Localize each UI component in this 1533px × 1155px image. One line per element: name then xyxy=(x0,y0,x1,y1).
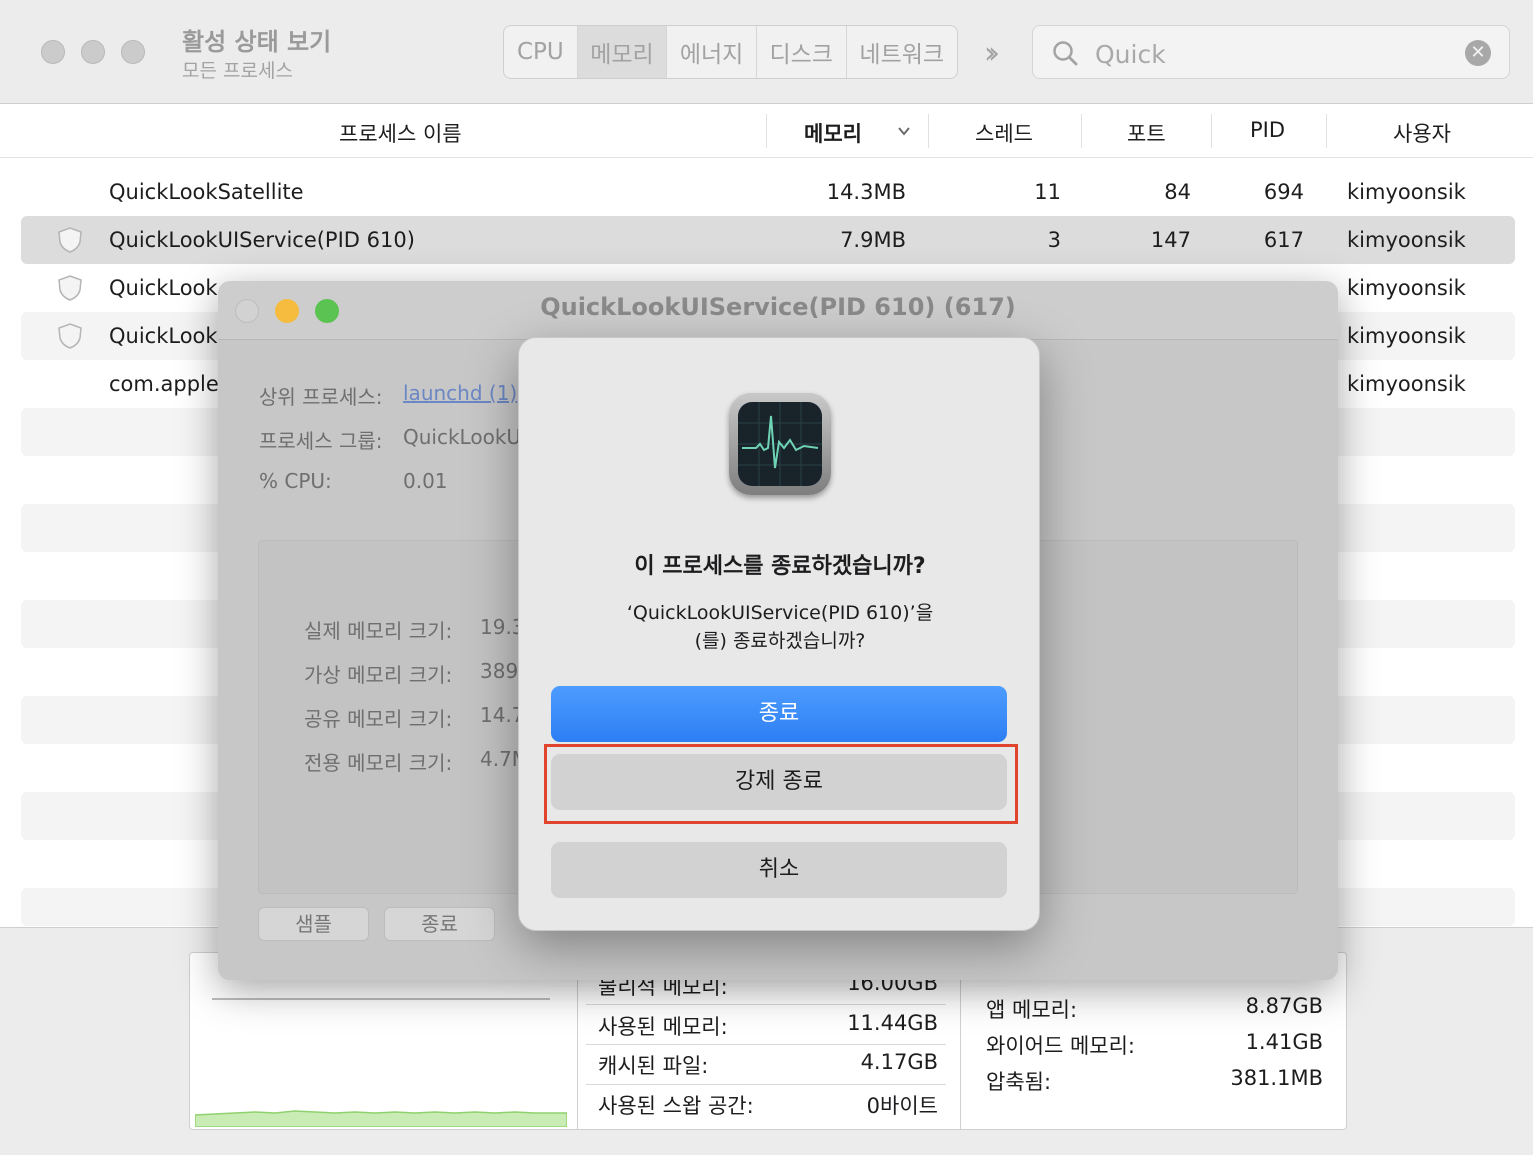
column-user[interactable]: 사용자 xyxy=(1393,118,1451,148)
app-memory-label: 앱 메모리: xyxy=(986,998,1078,1022)
process-ports: 147 xyxy=(1150,228,1191,252)
process-threads: 3 xyxy=(1047,228,1061,252)
tab-energy[interactable]: 에너지 xyxy=(667,26,757,78)
private-memory-label: 전용 메모리 크기: xyxy=(304,751,453,775)
cached-files-label: 캐시된 파일: xyxy=(598,1054,709,1078)
parent-process-label: 상위 프로세스: xyxy=(259,385,383,409)
chevron-down-icon xyxy=(898,127,910,136)
wired-memory-value: 1.41GB xyxy=(1245,1030,1323,1054)
quit-button[interactable]: 종료 xyxy=(551,686,1007,742)
table-row[interactable]: QuickLookUIService(PID 610) 7.9MB 3 147 … xyxy=(21,216,1515,264)
process-memory: 7.9MB xyxy=(840,228,906,252)
minimize-window-button[interactable] xyxy=(81,40,105,64)
tab-disk[interactable]: 디스크 xyxy=(757,26,847,78)
process-name: QuickLookUIService(PID 610) xyxy=(109,228,415,252)
activity-monitor-app-icon xyxy=(729,393,831,495)
memory-pressure-graph xyxy=(195,1110,567,1127)
toolbar: 활성 상태 보기 모든 프로세스 CPU 메모리 에너지 디스크 네트워크 ››… xyxy=(0,0,1533,104)
tab-cpu[interactable]: CPU xyxy=(504,26,578,78)
window-subtitle: 모든 프로세스 xyxy=(182,60,293,82)
process-group-label: 프로세스 그룹: xyxy=(259,429,383,453)
heartbeat-graph-icon xyxy=(738,402,822,486)
app-memory-value: 8.87GB xyxy=(1245,994,1323,1018)
shield-icon xyxy=(58,323,82,349)
process-user: kimyoonsik xyxy=(1347,276,1466,300)
compressed-label: 압축됨: xyxy=(986,1070,1052,1094)
column-ports[interactable]: 포트 xyxy=(1127,118,1166,148)
virtual-memory-value: 389 xyxy=(480,659,519,683)
tab-memory[interactable]: 메모리 xyxy=(577,26,668,78)
shield-icon xyxy=(58,275,82,301)
process-memory: 14.3MB xyxy=(826,180,906,204)
zoom-window-button[interactable] xyxy=(121,40,145,64)
process-name: QuickLook xyxy=(109,324,218,348)
alert-message-line-1: ‘QuickLookUIService(PID 610)’을 xyxy=(626,602,934,624)
cpu-label: % CPU: xyxy=(259,469,332,493)
clear-search-icon[interactable]: ✕ xyxy=(1465,40,1491,66)
virtual-memory-label: 가상 메모리 크기: xyxy=(304,663,453,687)
process-name: com.apple xyxy=(109,372,219,396)
memory-pressure-divider xyxy=(212,998,550,1000)
process-ports: 84 xyxy=(1164,180,1191,204)
search-field[interactable]: Quick ✕ xyxy=(1032,25,1510,79)
process-group-value: QuickLookU xyxy=(403,425,522,449)
table-header: 프로세스 이름 메모리 스레드 포트 PID 사용자 xyxy=(0,104,1533,158)
wired-memory-label: 와이어드 메모리: xyxy=(986,1034,1135,1058)
process-threads: 11 xyxy=(1034,180,1061,204)
process-pid: 694 xyxy=(1263,180,1304,204)
cached-files-value: 4.17GB xyxy=(860,1050,938,1074)
column-process-name[interactable]: 프로세스 이름 xyxy=(339,118,462,148)
alert-title: 이 프로세스를 종료하겠습니까? xyxy=(634,554,926,579)
table-row[interactable]: QuickLookSatellite 14.3MB 11 84 694 kimy… xyxy=(21,168,1515,216)
column-threads[interactable]: 스레드 xyxy=(975,118,1033,148)
force-quit-highlight xyxy=(544,744,1018,824)
search-input[interactable]: Quick xyxy=(1095,40,1166,69)
process-user: kimyoonsik xyxy=(1347,228,1466,252)
used-memory-value: 11.44GB xyxy=(847,1011,938,1035)
chevron-double-right-icon[interactable]: ›› xyxy=(984,36,1000,71)
search-icon xyxy=(1053,41,1078,66)
cancel-button[interactable]: 취소 xyxy=(551,842,1007,898)
alert-message-line-2: (를) 종료하겠습니까? xyxy=(694,630,866,652)
process-user: kimyoonsik xyxy=(1347,372,1466,396)
process-name: QuickLookSatellite xyxy=(109,180,304,204)
parent-process-link[interactable]: launchd (1) xyxy=(403,381,517,405)
swap-used-value: 0바이트 xyxy=(866,1094,938,1118)
tab-network[interactable]: 네트워크 xyxy=(847,26,958,78)
compressed-value: 381.1MB xyxy=(1230,1066,1323,1090)
shield-icon xyxy=(58,227,82,253)
shared-memory-label: 공유 메모리 크기: xyxy=(304,707,453,731)
quit-process-alert: 이 프로세스를 종료하겠습니까? ‘QuickLookUIService(PID… xyxy=(518,337,1040,931)
used-memory-label: 사용된 메모리: xyxy=(598,1015,728,1039)
inspector-quit-button[interactable]: 종료 xyxy=(384,907,495,941)
swap-used-label: 사용된 스왑 공간: xyxy=(598,1094,754,1118)
process-user: kimyoonsik xyxy=(1347,324,1466,348)
sample-button[interactable]: 샘플 xyxy=(258,907,369,941)
column-memory[interactable]: 메모리 xyxy=(804,118,862,148)
process-name: QuickLook xyxy=(109,276,218,300)
process-pid: 617 xyxy=(1263,228,1304,252)
process-user: kimyoonsik xyxy=(1347,180,1466,204)
alert-message: ‘QuickLookUIService(PID 610)’을 (를) 종료하겠습… xyxy=(559,599,1001,655)
column-pid[interactable]: PID xyxy=(1250,118,1285,142)
close-window-button[interactable] xyxy=(41,40,65,64)
cpu-value: 0.01 xyxy=(403,469,448,493)
window-title: 활성 상태 보기 xyxy=(182,28,332,56)
category-tabs: CPU 메모리 에너지 디스크 네트워크 xyxy=(503,25,958,79)
real-memory-label: 실제 메모리 크기: xyxy=(304,619,453,643)
inspector-title: QuickLookUIService(PID 610) (617) xyxy=(540,293,1016,321)
